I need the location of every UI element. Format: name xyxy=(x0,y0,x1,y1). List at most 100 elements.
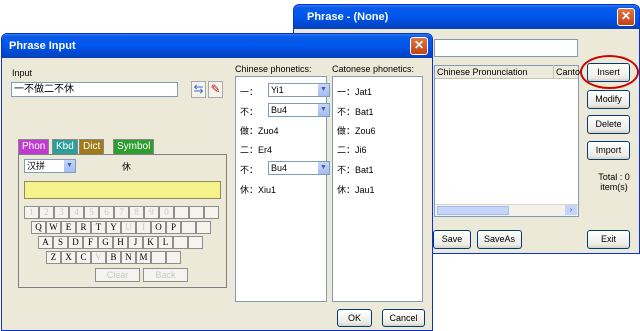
keyboard-key[interactable]: K xyxy=(143,236,158,249)
modify-button[interactable]: Modify xyxy=(587,90,630,109)
chinese-phonetic-row: 不： Bu4 ▼ xyxy=(240,103,330,118)
horizontal-scrollbar[interactable]: › xyxy=(435,204,578,216)
keyboard-key[interactable] xyxy=(188,236,203,249)
phrase-list[interactable]: Chinese Pronunciation Canto › xyxy=(434,65,580,217)
chevron-down-icon[interactable]: ▼ xyxy=(318,84,329,96)
column-header-canto[interactable]: Canto xyxy=(556,67,580,77)
keyboard-key[interactable]: 1 xyxy=(24,206,39,219)
keyboard-key[interactable]: 2 xyxy=(39,206,54,219)
keyboard-key[interactable] xyxy=(204,206,219,219)
tab-symbol[interactable]: Symbol xyxy=(113,139,155,155)
import-button[interactable]: Import xyxy=(587,141,630,160)
keyboard-key[interactable]: W xyxy=(46,221,61,234)
close-icon[interactable]: ✕ xyxy=(410,37,428,55)
cantonese-phonetic-row: 不：Bat1 xyxy=(337,107,374,117)
chevron-down-icon[interactable]: ▼ xyxy=(318,162,329,174)
ime-mode-select[interactable]: 汉拼 ▼ xyxy=(24,159,76,173)
keyboard-key[interactable]: J xyxy=(128,236,143,249)
highlight-circle xyxy=(580,55,639,89)
scrollbar-thumb[interactable] xyxy=(437,206,509,215)
exit-button[interactable]: Exit xyxy=(587,230,630,249)
back-key[interactable]: Back xyxy=(143,268,188,282)
ok-button[interactable]: OK xyxy=(337,309,372,327)
keyboard-key[interactable]: 0 xyxy=(159,206,174,219)
keyboard-key[interactable]: L xyxy=(158,236,173,249)
clear-key[interactable]: Clear xyxy=(95,268,140,282)
keyboard-key[interactable]: U xyxy=(121,221,136,234)
save-as-button[interactable]: SaveAs xyxy=(477,230,522,249)
ime-preview-char: 休 xyxy=(122,162,132,172)
keyboard-key[interactable]: Q xyxy=(31,221,46,234)
total-count: Total : 0 item(s) xyxy=(590,172,638,192)
pinyin-value: Yi1 xyxy=(271,85,284,95)
chinese-phonetic-row: 做：Zuo4 xyxy=(240,124,279,137)
cantonese-phonetic-row: 做：Zou6 xyxy=(337,126,376,136)
cancel-button[interactable]: Cancel xyxy=(382,309,425,327)
chevron-down-icon[interactable]: ▼ xyxy=(318,104,329,116)
cantonese-phonetic-row: 不：Bat1 xyxy=(337,165,374,175)
keyboard-key[interactable] xyxy=(151,251,166,264)
keyboard-key[interactable]: Y xyxy=(106,221,121,234)
phonetic-char: 休： xyxy=(240,185,259,195)
save-button[interactable]: Save xyxy=(433,230,471,249)
keyboard-key[interactable]: 6 xyxy=(99,206,114,219)
keyboard-key[interactable] xyxy=(174,206,189,219)
keyboard-key[interactable]: N xyxy=(121,251,136,264)
phonetic-char: 一： xyxy=(240,87,259,97)
keyboard-key[interactable]: R xyxy=(76,221,91,234)
delete-button[interactable]: Delete xyxy=(587,115,630,134)
keyboard-key[interactable]: E xyxy=(61,221,76,234)
keyboard-key[interactable]: X xyxy=(61,251,76,264)
pinyin-value: Bu4 xyxy=(271,163,288,173)
keyboard-key[interactable]: 3 xyxy=(54,206,69,219)
keyboard-key[interactable] xyxy=(181,221,196,234)
scroll-right-icon[interactable]: › xyxy=(565,205,577,215)
keyboard-key[interactable] xyxy=(196,221,211,234)
pinyin-select[interactable]: Bu4 ▼ xyxy=(268,103,330,117)
tab-kbd[interactable]: Kbd xyxy=(52,139,78,155)
keyboard-key[interactable]: T xyxy=(91,221,106,234)
close-icon[interactable]: ✕ xyxy=(617,8,635,26)
keyboard-key[interactable]: V xyxy=(91,251,106,264)
keyboard-key[interactable]: Z xyxy=(46,251,61,264)
keyboard-key[interactable] xyxy=(173,236,188,249)
input-title: Phrase Input xyxy=(9,40,76,52)
chinese-phonetic-row: 二：Er4 xyxy=(240,143,272,156)
keyboard-key[interactable]: 4 xyxy=(69,206,84,219)
input-titlebar[interactable]: Phrase Input ✕ xyxy=(2,34,432,58)
tab-phon[interactable]: Phon xyxy=(18,139,50,155)
keyboard-key[interactable]: S xyxy=(53,236,68,249)
keyboard-key[interactable] xyxy=(166,251,181,264)
cantonese-phonetic-row: 一：Jat1 xyxy=(337,87,373,97)
keyboard-key[interactable]: A xyxy=(38,236,53,249)
pinyin-value: Zuo4 xyxy=(258,126,279,136)
keyboard-key[interactable]: F xyxy=(83,236,98,249)
phrase-titlebar[interactable]: Phrase - (None) ✕ xyxy=(294,5,639,29)
keyboard-key[interactable]: B xyxy=(106,251,121,264)
keyboard-key[interactable]: M xyxy=(136,251,151,264)
candidate-bar[interactable] xyxy=(24,181,221,199)
tab-dict[interactable]: Dict xyxy=(79,139,105,155)
keyboard-key[interactable]: 5 xyxy=(84,206,99,219)
convert-icon[interactable]: ⇆ xyxy=(191,81,206,98)
keyboard-key[interactable]: 9 xyxy=(144,206,159,219)
pinyin-select[interactable]: Bu4 ▼ xyxy=(268,161,330,175)
chinese-phonetics-header: Chinese phonetics: xyxy=(235,64,312,74)
keyboard-key[interactable] xyxy=(189,206,204,219)
keyboard-key[interactable]: 8 xyxy=(129,206,144,219)
pinyin-select[interactable]: Yi1 ▼ xyxy=(268,83,330,97)
keyboard-key[interactable]: G xyxy=(98,236,113,249)
keyboard-key[interactable]: 7 xyxy=(114,206,129,219)
column-header-chinese-pronunciation[interactable]: Chinese Pronunciation xyxy=(437,67,528,77)
phrase-text-input[interactable]: 一不做二不休 xyxy=(11,82,178,97)
keyboard-key[interactable]: H xyxy=(113,236,128,249)
input-label: Input xyxy=(12,68,33,78)
phrase-input-field[interactable] xyxy=(434,39,578,57)
keyboard-key[interactable]: C xyxy=(76,251,91,264)
lookup-icon[interactable]: ✎ xyxy=(208,81,223,98)
chevron-down-icon[interactable]: ▼ xyxy=(64,160,75,172)
keyboard-key[interactable]: D xyxy=(68,236,83,249)
keyboard-key[interactable]: I xyxy=(136,221,151,234)
keyboard-key[interactable]: P xyxy=(166,221,181,234)
keyboard-key[interactable]: O xyxy=(151,221,166,234)
